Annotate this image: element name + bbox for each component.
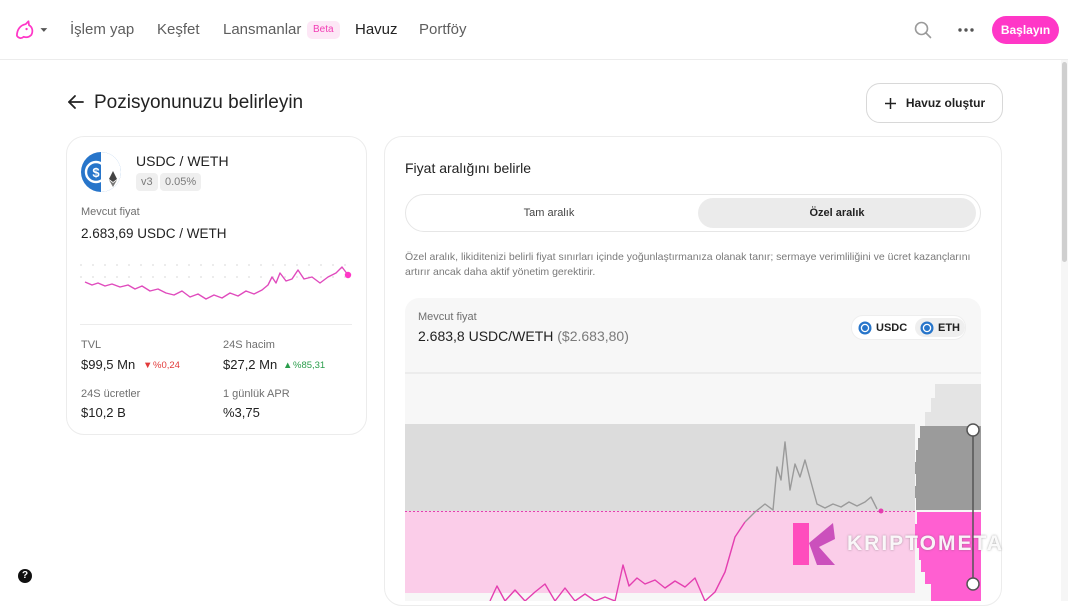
token-usdc-button[interactable]: USDC <box>853 318 912 337</box>
plus-icon <box>884 97 896 109</box>
tab-custom-range[interactable]: Özel aralık <box>698 198 976 228</box>
volume-up-icon: ▲ <box>283 360 293 371</box>
eth-icon <box>920 321 934 334</box>
chart-price: 2.683,8 USDC/WETH ($2.683,80) <box>418 328 629 344</box>
token-eth-button[interactable]: ETH <box>915 318 965 337</box>
scrollbar-thumb[interactable] <box>1062 62 1067 262</box>
top-navigation: İşlem yap Keşfet Lansmanlar Beta Havuz P… <box>0 0 1068 60</box>
chart-price-label: Mevcut fiyat <box>418 311 477 323</box>
chart-price-usd: ($2.683,80) <box>557 328 629 344</box>
token-eth-label: ETH <box>938 321 960 334</box>
create-pool-label: Havuz oluştur <box>905 96 986 110</box>
breadcrumb-remnant <box>90 57 260 63</box>
volume-24h-label: 24S hacim <box>223 339 275 351</box>
card-divider <box>80 324 352 325</box>
nav-item-explore[interactable]: Keşfet <box>157 21 200 38</box>
chevron-down-icon <box>40 28 48 32</box>
tab-full-range[interactable]: Tam aralık <box>410 198 688 228</box>
tvl-label: TVL <box>81 339 102 351</box>
nav-item-launches[interactable]: Lansmanlar <box>223 21 301 38</box>
fees-24h-value: $10,2 B <box>81 405 126 420</box>
search-icon[interactable] <box>913 20 933 40</box>
apr-1d-label: 1 günlük APR <box>223 388 290 400</box>
nav-item-pool[interactable]: Havuz <box>355 21 398 38</box>
pool-pair-name: USDC / WETH <box>136 153 229 169</box>
volume-24h-delta: %85,31 <box>293 360 326 371</box>
price-range-title: Fiyat aralığını belirle <box>405 160 532 176</box>
current-price-value: 2.683,69 USDC / WETH <box>81 226 227 241</box>
tvl-value: $99,5 Mn <box>81 357 136 372</box>
help-icon[interactable]: ? <box>18 569 32 583</box>
chart-price-value: 2.683,8 USDC/WETH <box>418 328 554 344</box>
tvl-down-icon: ▼ <box>143 360 153 371</box>
fee-badge: 0.05% <box>160 173 202 191</box>
back-arrow-icon[interactable] <box>66 92 86 112</box>
create-pool-button[interactable]: Havuz oluştur <box>866 83 1003 123</box>
apr-1d-value: %3,75 <box>223 405 260 420</box>
version-badge: v3 <box>136 173 158 191</box>
price-sparkline <box>80 264 355 300</box>
more-options-icon[interactable] <box>955 20 977 40</box>
unicorn-icon <box>16 20 34 39</box>
nav-item-swap[interactable]: İşlem yap <box>70 21 134 38</box>
kriptometa-logo-icon <box>793 523 835 565</box>
app-logo[interactable] <box>14 18 48 42</box>
usdc-icon <box>858 321 872 334</box>
start-button[interactable]: Başlayın <box>992 16 1059 44</box>
beta-badge: Beta <box>307 21 340 39</box>
usdc-weth-pair-icon: $ <box>81 152 121 192</box>
page-title: Pozisyonunuzu belirleyin <box>94 92 304 113</box>
token-usdc-label: USDC <box>876 321 908 334</box>
svg-text:$: $ <box>92 165 100 180</box>
fees-24h-label: 24S ücretler <box>81 388 141 400</box>
volume-24h-value: $27,2 Mn <box>223 357 278 372</box>
custom-range-description: Özel aralık, likiditenizi belirli fiyat … <box>405 251 971 278</box>
watermark: KRIPTOMETA <box>791 519 1031 569</box>
nav-item-portfolio[interactable]: Portföy <box>419 21 467 38</box>
tvl-delta: %0,24 <box>153 360 180 371</box>
watermark-text: KRIPTOMETA <box>847 532 1004 555</box>
current-price-label: Mevcut fiyat <box>81 206 140 218</box>
